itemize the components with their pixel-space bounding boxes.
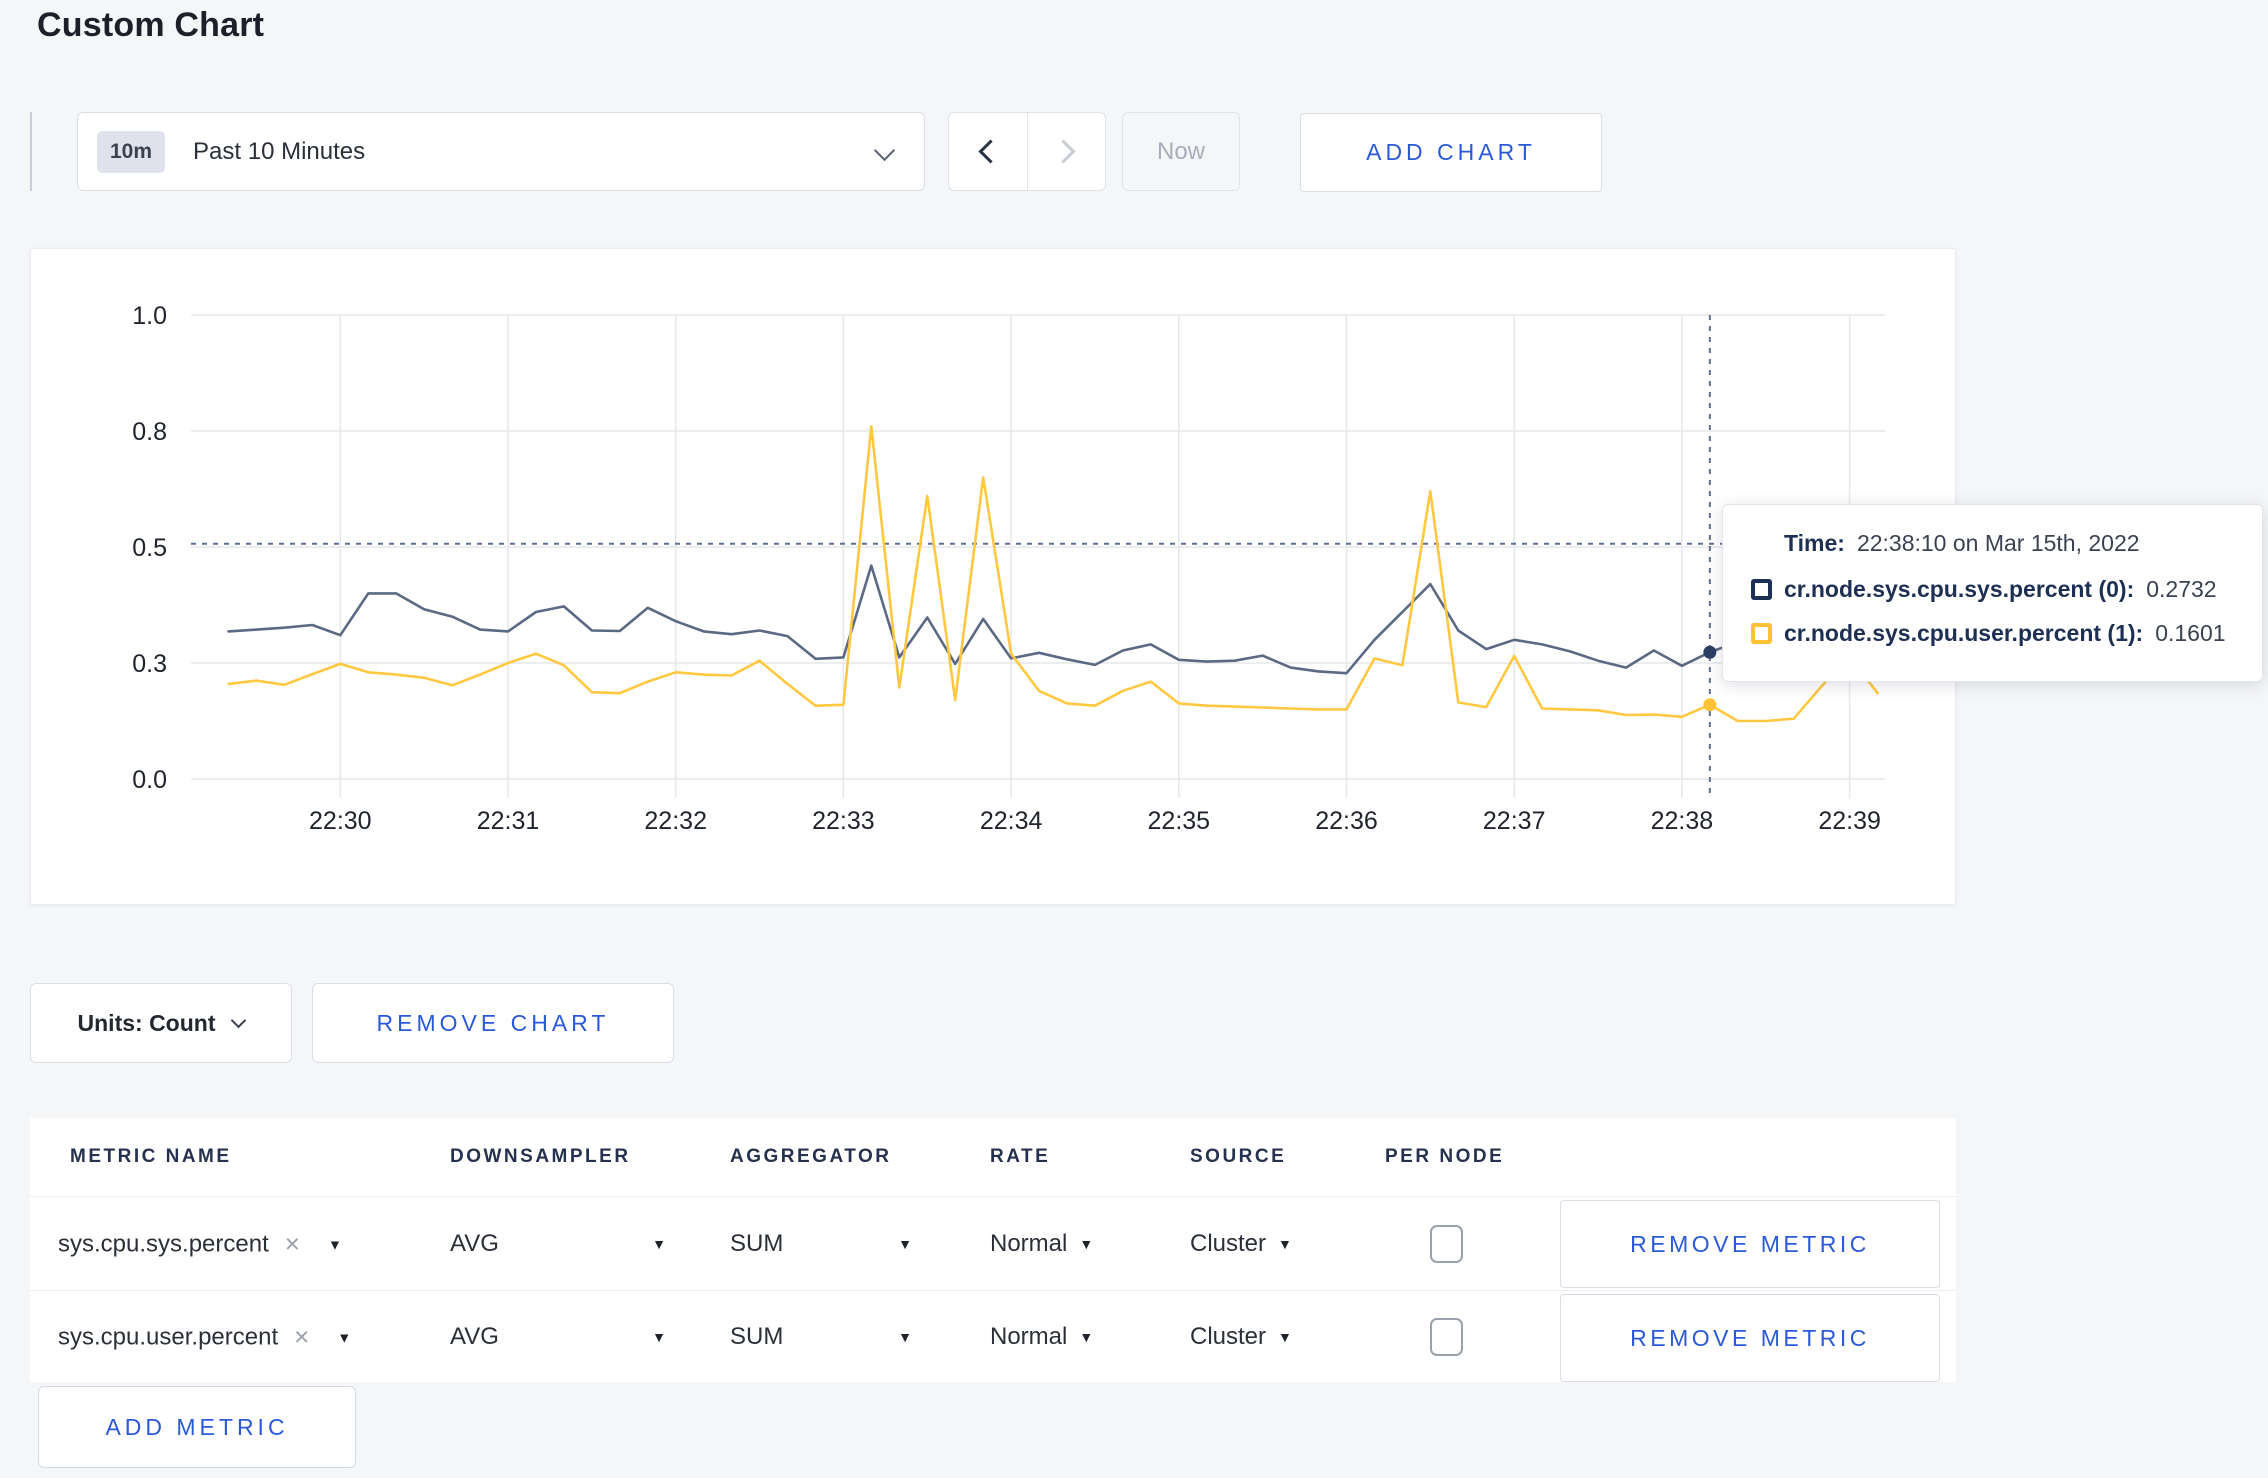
per-node-checkbox[interactable]	[1430, 1318, 1463, 1356]
header-downsampler: DOWNSAMPLER	[450, 1146, 631, 1167]
cpu-chart-svg: 0.0 0.3 0.5 0.8 1.0 22:30 22:31 22:32 22:33 22:34…	[132, 302, 1885, 835]
tooltip-time-value: 22:38:10 on Mar 15th, 2022	[1856, 530, 2140, 556]
custom-chart-page: { "page": { "title": "Custom Chart" }, "…	[0, 0, 2268, 1478]
caret-down-icon: ▼	[1079, 1329, 1094, 1345]
units-label: Units: Count	[77, 1009, 216, 1036]
chevron-left-icon	[978, 139, 1003, 164]
svg-text:22:33: 22:33	[812, 807, 875, 835]
metric-row: sys.cpu.user.percent × ▼ AVG ▼ SUM ▼ Nor…	[30, 1290, 1956, 1383]
tooltip-series-label: cr.node.sys.cpu.user.percent (1):	[1784, 620, 2144, 646]
units-selector[interactable]: Units: Count	[30, 983, 292, 1063]
chart-hover-tooltip: Time: 22:38:10 on Mar 15th, 2022 cr.node.…	[1722, 504, 2263, 682]
chart-plot[interactable]: 0.0 0.3 0.5 0.8 1.0 22:30 22:31 22:32 22:33 22:34…	[31, 249, 1957, 906]
downsampler-value: AVG	[450, 1323, 499, 1350]
tooltip-series-value: 0.1601	[2155, 620, 2226, 646]
rate-value: Normal	[990, 1323, 1068, 1350]
caret-down-icon: ▼	[898, 1236, 912, 1252]
metrics-table: METRIC NAME DOWNSAMPLER AGGREGATOR RATE …	[30, 1118, 1956, 1382]
time-window-badge: 10m	[97, 130, 166, 173]
aggregator-value: SUM	[730, 1230, 784, 1257]
add-metric-button[interactable]: ADD METRIC	[38, 1386, 356, 1468]
svg-text:22:38: 22:38	[1651, 807, 1714, 835]
tooltip-time-label: Time:	[1784, 530, 1845, 556]
page-title: Custom Chart	[37, 6, 265, 44]
tooltip-series-label: cr.node.sys.cpu.sys.percent (0):	[1784, 576, 2135, 602]
tooltip-series-value: 0.2732	[2146, 576, 2217, 602]
source-value: Cluster	[1190, 1323, 1267, 1350]
tooltip-series-row: cr.node.sys.cpu.user.percent (1): 0.1601	[1751, 620, 2262, 647]
caret-down-icon: ▼	[337, 1329, 352, 1345]
header-rate: RATE	[990, 1146, 1051, 1167]
header-per-node: PER NODE	[1385, 1146, 1505, 1167]
caret-down-icon: ▼	[1278, 1329, 1292, 1345]
header-aggregator: AGGREGATOR	[730, 1146, 892, 1167]
caret-down-icon: ▼	[898, 1329, 912, 1345]
aggregator-value: SUM	[730, 1323, 784, 1350]
chart-card: 0.0 0.3 0.5 0.8 1.0 22:30 22:31 22:32 22:33 22:34…	[30, 248, 2263, 906]
time-range-pager	[948, 112, 1106, 191]
user-percent-swatch-icon	[1751, 623, 1772, 644]
metric-row: sys.cpu.sys.percent × ▼ AVG ▼ SUM ▼ Norm…	[30, 1196, 1956, 1291]
svg-text:0.0: 0.0	[132, 766, 167, 794]
svg-text:22:32: 22:32	[644, 807, 707, 835]
svg-text:0.5: 0.5	[132, 534, 167, 562]
tooltip-series-row: cr.node.sys.cpu.sys.percent (0): 0.2732	[1751, 576, 2262, 603]
sys-percent-swatch-icon	[1751, 579, 1772, 600]
now-button[interactable]: Now	[1122, 112, 1240, 191]
rate-select[interactable]: Normal ▼	[990, 1230, 1093, 1258]
svg-text:22:30: 22:30	[309, 807, 372, 835]
time-window-selector[interactable]: 10m Past 10 Minutes	[77, 112, 925, 191]
metric-name-select[interactable]: sys.cpu.user.percent × ▼	[58, 1322, 351, 1353]
svg-text:22:36: 22:36	[1315, 807, 1378, 835]
source-select[interactable]: Cluster ▼	[1190, 1230, 1292, 1258]
source-select[interactable]: Cluster ▼	[1190, 1323, 1292, 1351]
svg-text:0.8: 0.8	[132, 418, 167, 446]
svg-text:1.0: 1.0	[132, 302, 167, 330]
chevron-down-icon	[231, 1012, 247, 1029]
downsampler-value: AVG	[450, 1230, 499, 1257]
svg-text:0.3: 0.3	[132, 650, 167, 678]
next-range-button[interactable]	[1026, 113, 1106, 190]
per-node-checkbox[interactable]	[1430, 1225, 1463, 1263]
metric-name-value: sys.cpu.user.percent	[58, 1323, 279, 1350]
header-metric-name: METRIC NAME	[70, 1146, 232, 1167]
time-window-label: Past 10 Minutes	[193, 137, 366, 165]
caret-down-icon: ▼	[1278, 1236, 1292, 1252]
chevron-down-icon	[873, 139, 896, 162]
caret-down-icon: ▼	[327, 1236, 342, 1252]
remove-chart-button[interactable]: REMOVE CHART	[312, 983, 674, 1063]
downsampler-select[interactable]: AVG ▼	[450, 1323, 666, 1351]
header-source: SOURCE	[1190, 1146, 1287, 1167]
metric-name-select[interactable]: sys.cpu.sys.percent × ▼	[58, 1229, 342, 1260]
caret-down-icon: ▼	[1079, 1236, 1094, 1252]
downsampler-select[interactable]: AVG ▼	[450, 1230, 666, 1258]
toolbar-divider	[30, 112, 32, 191]
clear-metric-icon[interactable]: ×	[285, 1229, 300, 1260]
rate-select[interactable]: Normal ▼	[990, 1323, 1093, 1351]
svg-text:22:37: 22:37	[1483, 807, 1546, 835]
source-value: Cluster	[1190, 1230, 1267, 1257]
prev-range-button[interactable]	[949, 113, 1027, 190]
caret-down-icon: ▼	[652, 1236, 666, 1252]
caret-down-icon: ▼	[652, 1329, 666, 1345]
aggregator-select[interactable]: SUM ▼	[730, 1323, 912, 1351]
svg-text:22:31: 22:31	[477, 807, 540, 835]
metric-name-value: sys.cpu.sys.percent	[58, 1230, 269, 1257]
remove-metric-button[interactable]: REMOVE METRIC	[1560, 1294, 1940, 1382]
clear-metric-icon[interactable]: ×	[294, 1322, 309, 1353]
rate-value: Normal	[990, 1230, 1068, 1257]
svg-text:22:34: 22:34	[980, 807, 1043, 835]
remove-metric-button[interactable]: REMOVE METRIC	[1560, 1200, 1940, 1288]
tooltip-time-row: Time: 22:38:10 on Mar 15th, 2022	[1784, 530, 2262, 557]
svg-text:22:39: 22:39	[1818, 807, 1881, 835]
add-chart-button[interactable]: ADD CHART	[1300, 113, 1602, 192]
aggregator-select[interactable]: SUM ▼	[730, 1230, 912, 1258]
svg-text:22:35: 22:35	[1148, 807, 1211, 835]
chevron-right-icon	[1051, 139, 1076, 164]
